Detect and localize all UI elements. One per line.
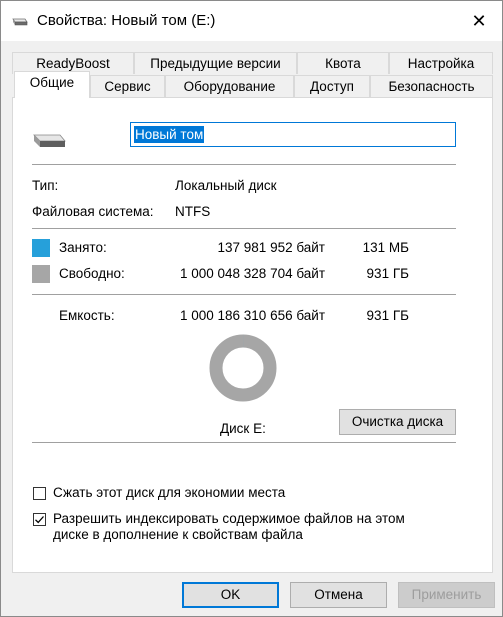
drive-icon	[12, 18, 28, 26]
used-space-swatch	[32, 239, 50, 257]
tab-tools[interactable]: Сервис	[90, 75, 165, 97]
free-label: Свободно:	[59, 266, 125, 281]
ok-button[interactable]: OK	[182, 582, 279, 608]
tab-label: Оборудование	[183, 79, 276, 94]
volume-name-value: Новый том	[134, 126, 205, 143]
tab-label: Сервис	[104, 79, 151, 94]
tab-general[interactable]: Общие	[14, 71, 90, 98]
free-bytes: 1 000 048 328 704 байт	[179, 266, 325, 281]
capacity-short: 931 ГБ	[366, 308, 409, 323]
tab-customize[interactable]: Настройка	[389, 52, 493, 74]
used-short: 131 МБ	[362, 240, 409, 255]
capacity-bytes: 1 000 186 310 656 байт	[179, 308, 325, 323]
drive-large-icon	[33, 134, 66, 147]
close-icon: ✕	[471, 10, 487, 31]
divider	[32, 294, 456, 295]
type-label: Тип:	[32, 178, 59, 193]
tab-previous-versions[interactable]: Предыдущие версии	[134, 52, 297, 74]
index-label-line1: Разрешить индексировать содержимое файло…	[53, 511, 405, 526]
compress-label: Сжать этот диск для экономии места	[53, 485, 286, 500]
divider	[32, 164, 456, 165]
divider	[32, 228, 456, 229]
disk-cleanup-button[interactable]: Очистка диска	[339, 409, 456, 435]
used-label: Занято:	[59, 240, 107, 255]
index-label-line2: диске в дополнение к свойствам файла	[53, 527, 303, 542]
window-title: Свойства: Новый том (E:)	[37, 12, 216, 29]
index-checkbox[interactable]	[33, 513, 46, 526]
tab-label: Квота	[325, 56, 361, 71]
filesystem-label: Файловая система:	[32, 204, 154, 219]
volume-name-input[interactable]: Новый том	[130, 122, 456, 147]
tab-label: Предыдущие версии	[150, 56, 281, 71]
general-tab-panel: Новый том Тип: Локальный диск Файловая с…	[12, 97, 493, 573]
cancel-button[interactable]: Отмена	[290, 582, 387, 608]
used-bytes: 137 981 952 байт	[217, 240, 325, 255]
disk-usage-donut	[209, 334, 277, 402]
properties-window: Свойства: Новый том (E:) ✕ ReadyBoost Пр…	[0, 0, 503, 617]
capacity-label: Емкость:	[59, 308, 115, 323]
type-value: Локальный диск	[175, 178, 277, 193]
close-button[interactable]: ✕	[456, 1, 502, 41]
tab-quota[interactable]: Квота	[297, 52, 389, 74]
tab-security[interactable]: Безопасность	[370, 75, 493, 97]
disk-label: Диск E:	[220, 421, 266, 436]
tab-hardware[interactable]: Оборудование	[165, 75, 294, 97]
tab-label: Настройка	[407, 56, 475, 71]
tab-label: ReadyBoost	[36, 56, 110, 71]
tab-label: Безопасность	[388, 79, 475, 94]
divider	[32, 442, 456, 443]
tab-sharing[interactable]: Доступ	[294, 75, 370, 97]
tab-label: Общие	[29, 75, 75, 90]
free-short: 931 ГБ	[366, 266, 409, 281]
tab-label: Доступ	[310, 79, 354, 94]
apply-button[interactable]: Применить	[398, 582, 495, 608]
donut-free	[209, 334, 277, 402]
free-space-swatch	[32, 265, 50, 283]
compress-checkbox[interactable]	[33, 487, 46, 500]
checkmark-icon	[35, 516, 44, 524]
title-bar: Свойства: Новый том (E:) ✕	[1, 1, 502, 41]
filesystem-value: NTFS	[175, 204, 211, 219]
